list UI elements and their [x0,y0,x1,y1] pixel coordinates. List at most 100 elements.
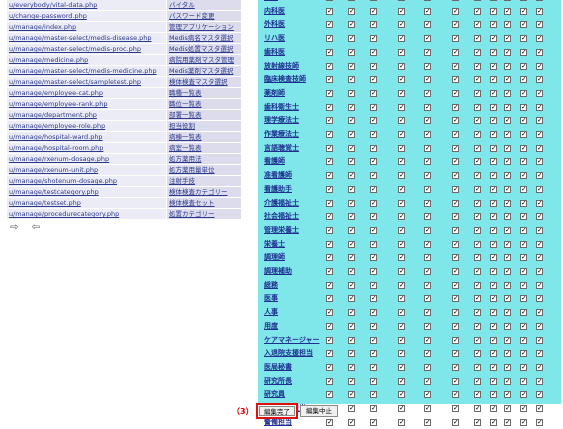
permission-checkbox[interactable]: ✓ [504,226,511,234]
permission-checkbox[interactable]: ✓ [490,363,497,371]
page-path-link[interactable]: u/manage/testset.php [9,199,81,207]
permission-checkbox[interactable]: ✓ [490,62,497,70]
permission-checkbox[interactable]: ✓ [536,35,543,43]
permission-checkbox[interactable]: ✓ [398,322,405,330]
permission-checkbox[interactable]: ✓ [370,7,377,15]
page-name-link[interactable]: Medis病名マスタ選択 [169,34,233,42]
edit-cancel-button[interactable]: 編集中止 [300,405,338,417]
permission-checkbox[interactable]: ✓ [370,350,377,358]
permission-checkbox[interactable]: ✓ [370,281,377,289]
permission-checkbox[interactable]: ✓ [536,21,543,29]
permission-checkbox[interactable]: ✓ [424,268,431,275]
page-path-link[interactable]: u/everybody/vital-data.php [9,1,97,9]
permission-checkbox[interactable]: ✓ [452,309,459,317]
permission-checkbox[interactable]: ✓ [490,240,497,248]
permission-checkbox[interactable]: ✓ [520,185,527,193]
permission-checkbox[interactable]: ✓ [520,158,527,166]
role-label[interactable]: 薬剤師 [264,87,285,101]
permission-checkbox[interactable]: ✓ [536,295,543,303]
permission-checkbox[interactable]: ✓ [474,131,481,138]
permission-checkbox[interactable]: ✓ [398,405,405,412]
permission-checkbox[interactable]: ✓ [520,405,527,412]
permission-checkbox[interactable]: ✓ [474,0,481,1]
permission-checkbox[interactable]: ✓ [536,377,543,385]
permission-checkbox[interactable]: ✓ [398,21,405,29]
permission-checkbox[interactable]: ✓ [326,391,333,399]
permission-checkbox[interactable]: ✓ [452,117,459,125]
permission-checkbox[interactable]: ✓ [452,240,459,248]
permission-checkbox[interactable]: ✓ [504,172,511,180]
permission-checkbox[interactable]: ✓ [326,7,333,15]
role-label[interactable]: 内科医 [264,5,285,19]
permission-checkbox[interactable]: ✓ [504,350,511,358]
permission-checkbox[interactable]: ✓ [452,7,459,15]
permission-checkbox[interactable]: ✓ [452,0,459,1]
permission-checkbox[interactable]: ✓ [370,268,377,275]
permission-checkbox[interactable]: ✓ [326,131,333,138]
permission-checkbox[interactable]: ✓ [326,281,333,289]
permission-checkbox[interactable]: ✓ [490,405,497,412]
permission-checkbox[interactable]: ✓ [424,295,431,303]
permission-checkbox[interactable]: ✓ [348,7,355,15]
permission-checkbox[interactable]: ✓ [474,240,481,248]
permission-checkbox[interactable]: ✓ [326,62,333,70]
permission-checkbox[interactable]: ✓ [520,21,527,29]
permission-checkbox[interactable]: ✓ [326,363,333,371]
permission-checkbox[interactable]: ✓ [520,336,527,344]
permission-checkbox[interactable]: ✓ [398,0,405,1]
permission-checkbox[interactable]: ✓ [398,48,405,56]
permission-checkbox[interactable]: ✓ [536,76,543,84]
role-label[interactable]: 放射線技師 [264,60,299,74]
permission-checkbox[interactable]: ✓ [452,103,459,111]
permission-checkbox[interactable]: ✓ [536,363,543,371]
permission-checkbox[interactable]: ✓ [504,76,511,84]
permission-checkbox[interactable]: ✓ [520,76,527,84]
permission-checkbox[interactable]: ✓ [398,144,405,152]
page-name-link[interactable]: 病院用薬剤マスタ管理 [169,56,234,64]
permission-checkbox[interactable]: ✓ [424,199,431,207]
permission-checkbox[interactable]: ✓ [536,226,543,234]
permission-checkbox[interactable]: ✓ [326,89,333,97]
permission-checkbox[interactable]: ✓ [452,158,459,166]
permission-checkbox[interactable]: ✓ [370,240,377,248]
permission-checkbox[interactable]: ✓ [398,336,405,344]
permission-checkbox[interactable]: ✓ [424,103,431,111]
permission-checkbox[interactable]: ✓ [504,391,511,399]
role-label[interactable]: ケアマネージャー [264,334,320,348]
permission-checkbox[interactable]: ✓ [452,226,459,234]
permission-checkbox[interactable]: ✓ [474,254,481,262]
permission-checkbox[interactable]: ✓ [326,35,333,43]
permission-checkbox[interactable]: ✓ [490,117,497,125]
page-path-link[interactable]: u/manage/employee-cat.php [9,89,103,97]
permission-checkbox[interactable]: ✓ [474,48,481,56]
page-name-link[interactable]: 職位一覧表 [169,100,202,108]
permission-checkbox[interactable]: ✓ [326,226,333,234]
permission-checkbox[interactable]: ✓ [326,76,333,84]
next-arrow-icon[interactable]: ⇨ [10,222,18,233]
permission-checkbox[interactable]: ✓ [504,322,511,330]
permission-checkbox[interactable]: ✓ [474,172,481,180]
permission-checkbox[interactable]: ✓ [504,199,511,207]
permission-checkbox[interactable]: ✓ [424,226,431,234]
page-name-link[interactable]: 注射手技 [169,177,195,185]
permission-checkbox[interactable]: ✓ [490,322,497,330]
role-label[interactable]: 准看護師 [264,169,292,183]
permission-checkbox[interactable]: ✓ [452,377,459,385]
permission-checkbox[interactable]: ✓ [490,89,497,97]
permission-checkbox[interactable]: ✓ [504,281,511,289]
permission-checkbox[interactable]: ✓ [536,240,543,248]
permission-checkbox[interactable]: ✓ [326,144,333,152]
permission-checkbox[interactable]: ✓ [326,103,333,111]
permission-checkbox[interactable]: ✓ [326,117,333,125]
permission-checkbox[interactable]: ✓ [398,199,405,207]
permission-checkbox[interactable]: ✓ [424,21,431,29]
page-name-link[interactable]: Medis薬剤マスタ選択 [169,67,233,75]
page-name-link[interactable]: 処置カテゴリー [169,210,215,218]
permission-checkbox[interactable]: ✓ [370,48,377,56]
permission-checkbox[interactable]: ✓ [348,377,355,385]
permission-checkbox[interactable]: ✓ [520,144,527,152]
role-label[interactable]: 医事 [264,292,278,306]
permission-checkbox[interactable]: ✓ [474,158,481,166]
permission-checkbox[interactable]: ✓ [490,391,497,399]
permission-checkbox[interactable]: ✓ [452,322,459,330]
